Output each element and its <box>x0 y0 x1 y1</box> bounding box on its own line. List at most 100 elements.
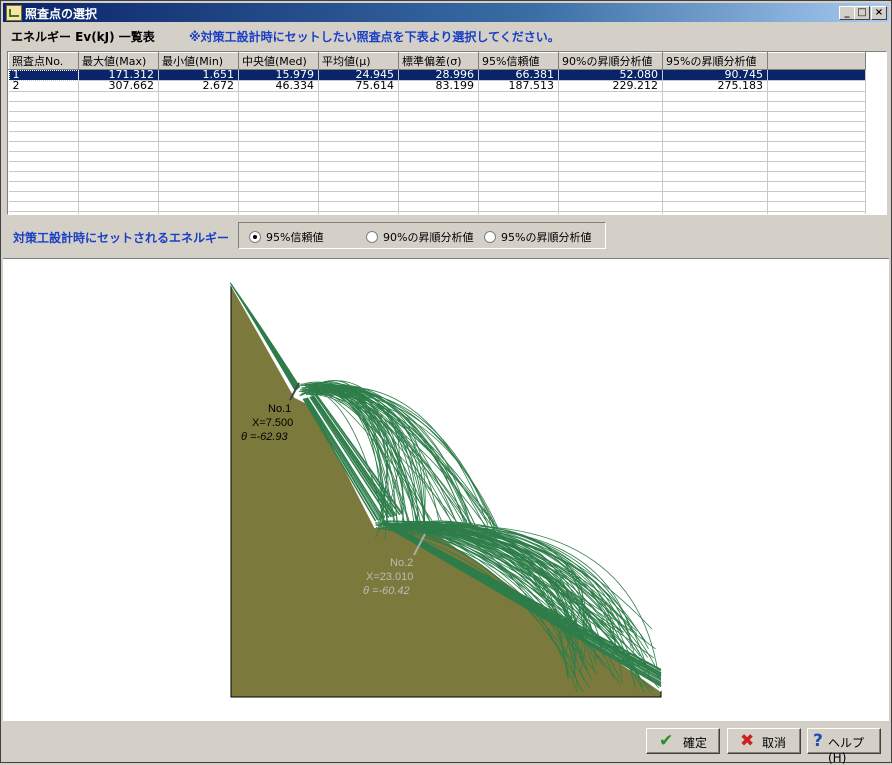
table-row[interactable] <box>8 91 866 102</box>
radio-dot[interactable] <box>249 231 261 243</box>
table-cell[interactable] <box>8 201 79 212</box>
table-cell[interactable] <box>8 151 79 162</box>
table-cell[interactable] <box>238 191 319 202</box>
table-cell[interactable] <box>558 151 663 162</box>
table-cell[interactable] <box>767 191 866 202</box>
table-cell[interactable] <box>398 171 479 182</box>
table-row[interactable]: 2 307.662 2.672 46.334 75.614 83.199 187.513 22… <box>8 80 866 92</box>
column-header[interactable]: 95%信頼値 <box>478 52 559 70</box>
table-cell[interactable] <box>662 181 768 192</box>
table-cell[interactable]: 307.662 <box>78 80 159 92</box>
table-row[interactable] <box>8 141 866 152</box>
radio-95-ascending[interactable]: 95%の昇順分析値 <box>484 229 591 245</box>
table-cell[interactable] <box>662 111 768 122</box>
table-cell[interactable] <box>318 161 399 172</box>
energy-table[interactable]: 照査点No. 最大値(Max) 最小値(Min) 中央値(Med) 平均値(μ) 標準偏差… <box>7 51 887 215</box>
table-cell[interactable]: 2.672 <box>158 80 239 92</box>
table-cell[interactable] <box>8 101 79 112</box>
table-cell[interactable] <box>767 111 866 122</box>
table-cell[interactable] <box>8 191 79 202</box>
table-cell[interactable] <box>662 141 768 152</box>
table-row[interactable] <box>8 151 866 162</box>
column-header[interactable]: 平均値(μ) <box>318 52 399 70</box>
table-cell[interactable] <box>238 131 319 142</box>
table-cell[interactable] <box>767 101 866 112</box>
table-cell[interactable] <box>662 121 768 132</box>
table-cell[interactable] <box>662 201 768 212</box>
table-cell[interactable] <box>767 181 866 192</box>
table-cell[interactable] <box>8 141 79 152</box>
table-cell[interactable]: 2 <box>8 80 79 92</box>
table-cell[interactable] <box>8 171 79 182</box>
table-cell[interactable] <box>398 101 479 112</box>
table-cell[interactable]: 46.334 <box>238 80 319 92</box>
table-cell[interactable] <box>558 111 663 122</box>
table-cell[interactable] <box>398 111 479 122</box>
table-cell[interactable] <box>767 80 866 92</box>
table-cell[interactable] <box>558 191 663 202</box>
table-cell[interactable] <box>8 121 79 132</box>
table-cell[interactable] <box>558 121 663 132</box>
table-cell[interactable] <box>318 111 399 122</box>
table-cell[interactable] <box>478 111 559 122</box>
table-row[interactable] <box>8 101 866 112</box>
table-cell[interactable] <box>78 151 159 162</box>
table-cell[interactable] <box>318 131 399 142</box>
table-cell[interactable] <box>238 121 319 132</box>
table-cell[interactable] <box>478 201 559 212</box>
table-row[interactable] <box>8 201 866 212</box>
table-cell[interactable] <box>158 141 239 152</box>
table-cell[interactable] <box>158 181 239 192</box>
table-cell[interactable] <box>558 181 663 192</box>
table-cell[interactable] <box>78 111 159 122</box>
table-cell[interactable]: 75.614 <box>318 80 399 92</box>
radio-dot[interactable] <box>484 231 496 243</box>
table-cell[interactable] <box>767 161 866 172</box>
table-cell[interactable] <box>318 181 399 192</box>
table-cell[interactable]: 28.996 <box>398 69 479 81</box>
table-cell[interactable]: 52.080 <box>558 69 663 81</box>
table-cell[interactable] <box>558 201 663 212</box>
table-cell[interactable] <box>662 91 768 102</box>
radio-95-confidence[interactable]: 95%信頼値 <box>249 229 323 245</box>
table-cell[interactable] <box>238 141 319 152</box>
table-cell[interactable] <box>767 131 866 142</box>
table-cell[interactable]: 83.199 <box>398 80 479 92</box>
table-cell[interactable] <box>8 91 79 102</box>
table-cell[interactable] <box>558 141 663 152</box>
table-cell[interactable] <box>478 191 559 202</box>
table-cell[interactable] <box>558 91 663 102</box>
table-cell[interactable]: 66.381 <box>478 69 559 81</box>
table-cell[interactable] <box>558 171 663 182</box>
table-cell[interactable] <box>78 131 159 142</box>
table-cell[interactable] <box>478 161 559 172</box>
table-cell[interactable] <box>398 151 479 162</box>
table-cell[interactable] <box>8 181 79 192</box>
maximize-button[interactable]: □ <box>854 6 870 20</box>
table-cell[interactable] <box>238 111 319 122</box>
minimize-button[interactable]: _ <box>839 6 855 20</box>
table-cell[interactable] <box>767 69 866 81</box>
table-cell[interactable] <box>318 151 399 162</box>
table-cell[interactable] <box>558 131 663 142</box>
table-cell[interactable] <box>662 101 768 112</box>
column-header[interactable]: 最大値(Max) <box>78 52 159 70</box>
table-cell[interactable]: 229.212 <box>558 80 663 92</box>
table-cell[interactable] <box>767 141 866 152</box>
table-cell[interactable] <box>158 201 239 212</box>
table-cell[interactable] <box>158 111 239 122</box>
table-cell[interactable]: 15.979 <box>238 69 319 81</box>
table-cell[interactable] <box>478 121 559 132</box>
table-cell[interactable] <box>398 161 479 172</box>
table-cell[interactable] <box>662 161 768 172</box>
table-cell[interactable] <box>558 101 663 112</box>
table-cell[interactable] <box>78 121 159 132</box>
column-header[interactable]: 照査点No. <box>8 52 79 70</box>
table-cell[interactable] <box>158 171 239 182</box>
table-cell[interactable] <box>238 161 319 172</box>
column-header[interactable]: 最小値(Min) <box>158 52 239 70</box>
table-cell[interactable] <box>478 181 559 192</box>
table-cell[interactable] <box>318 171 399 182</box>
table-cell[interactable] <box>398 91 479 102</box>
table-cell[interactable] <box>238 171 319 182</box>
